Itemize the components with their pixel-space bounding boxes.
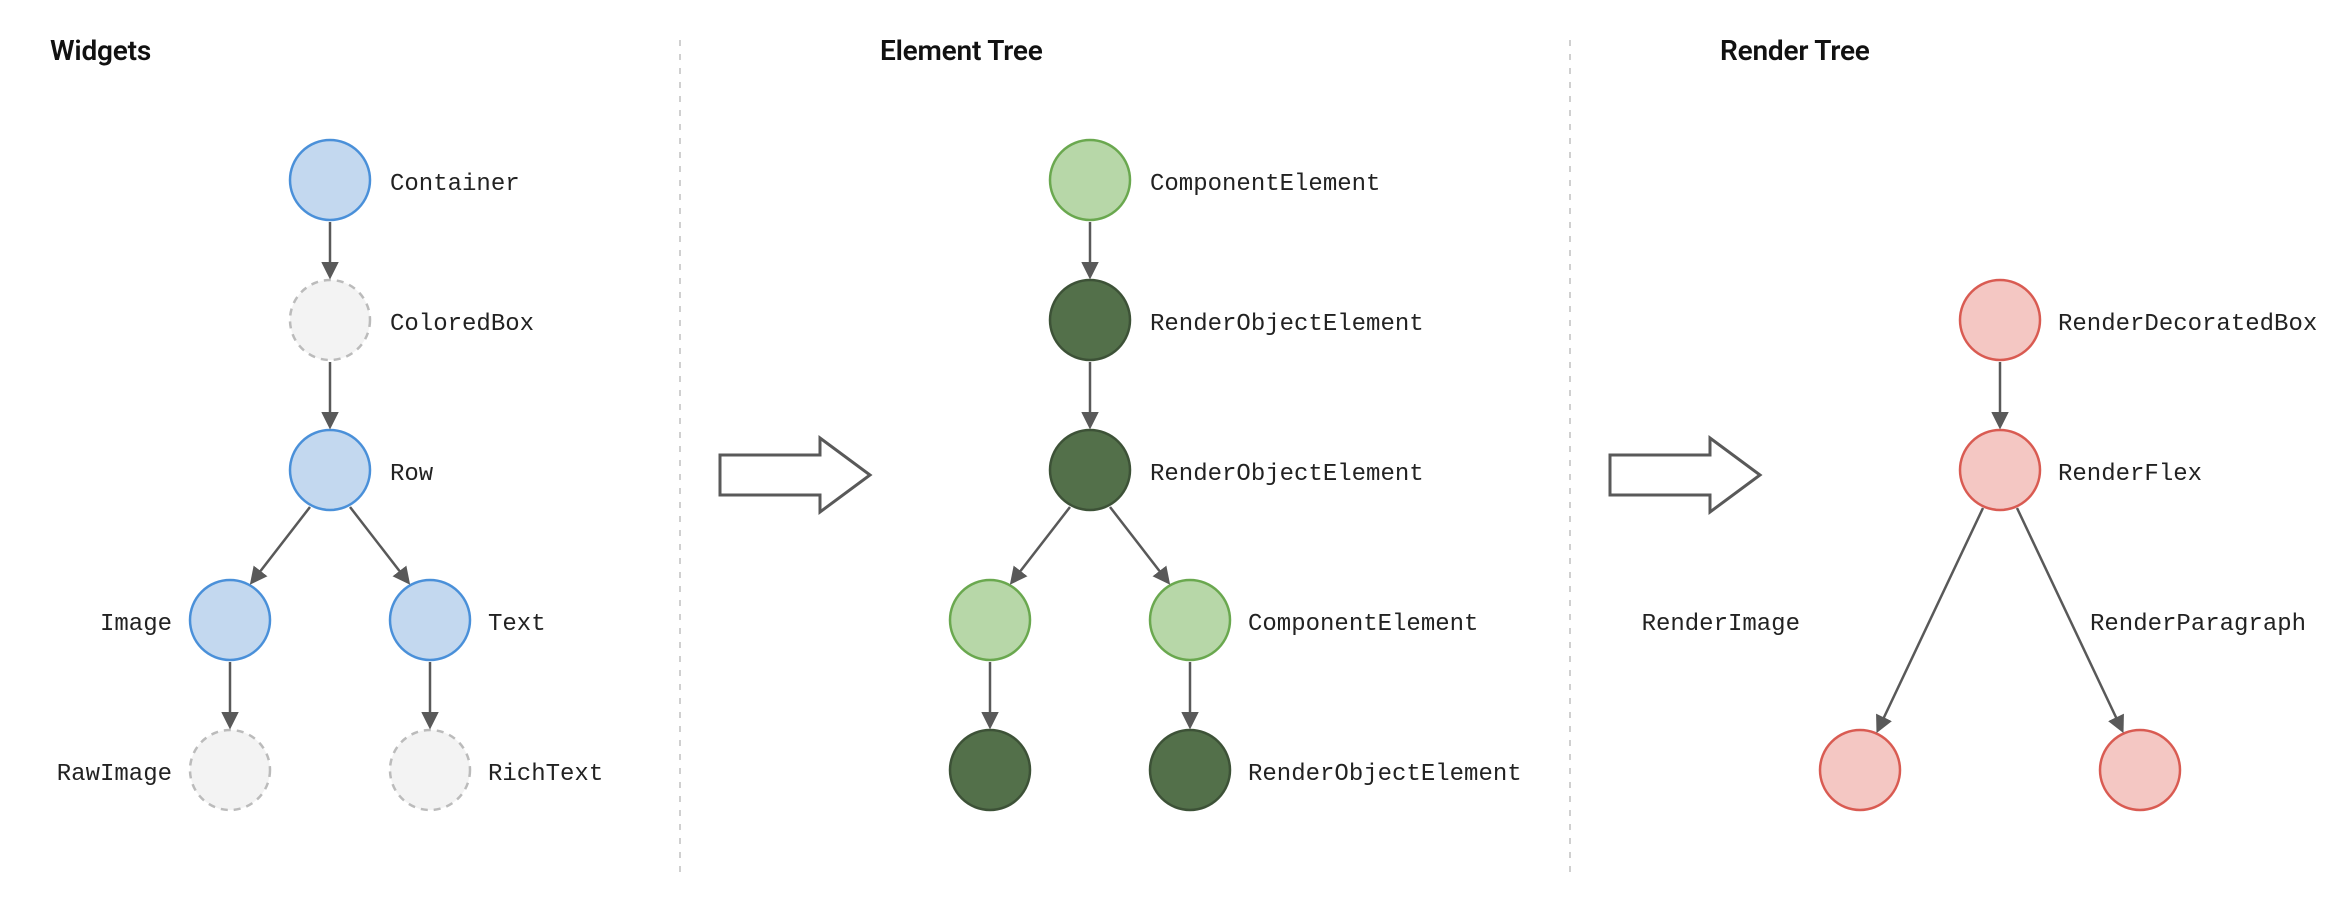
node-coloredbox (290, 280, 370, 360)
label-text: Text (488, 611, 546, 638)
node-component-1 (1050, 140, 1130, 220)
label-flex: RenderFlex (2058, 461, 2202, 488)
label-component-1: ComponentElement (1150, 171, 1380, 198)
node-richtext (390, 730, 470, 810)
node-component-2 (950, 580, 1030, 660)
node-renderimage (1820, 730, 1900, 810)
edge-e3 (1012, 507, 1070, 582)
node-text (390, 580, 470, 660)
node-decoratedbox (1960, 280, 2040, 360)
label-decoratedbox: RenderDecoratedBox (2058, 311, 2317, 338)
panel-element-tree: Element Tree ComponentElement RenderObje… (880, 34, 1522, 810)
label-roe-1: RenderObjectElement (1150, 311, 1424, 338)
title-render-tree: Render Tree (1720, 34, 1870, 67)
title-widgets: Widgets (50, 34, 151, 67)
label-container: Container (390, 171, 520, 198)
edge-row-text (350, 507, 408, 582)
title-element-tree: Element Tree (880, 34, 1043, 67)
label-rawimage: RawImage (57, 761, 172, 788)
label-roe-4: RenderObjectElement (1248, 761, 1522, 788)
label-renderparagraph: RenderParagraph (2090, 611, 2306, 638)
node-component-3 (1150, 580, 1230, 660)
label-image: Image (100, 611, 172, 638)
transition-arrow-1 (720, 438, 870, 512)
node-renderparagraph (2100, 730, 2180, 810)
node-rawimage (190, 730, 270, 810)
edge-row-image (252, 507, 310, 582)
label-richtext: RichText (488, 761, 603, 788)
label-row: Row (390, 461, 434, 488)
node-image (190, 580, 270, 660)
panel-widgets: Widgets Container ColoredBox Row Image T… (50, 34, 603, 810)
edge-e4 (1110, 507, 1168, 582)
label-renderimage: RenderImage (1642, 611, 1800, 638)
label-component-3: ComponentElement (1248, 611, 1478, 638)
node-row (290, 430, 370, 510)
node-flex (1960, 430, 2040, 510)
node-roe-3 (950, 730, 1030, 810)
node-container (290, 140, 370, 220)
node-roe-2 (1050, 430, 1130, 510)
panel-render-tree: Render Tree RenderDecoratedBox RenderFle… (1642, 34, 2318, 810)
label-coloredbox: ColoredBox (390, 311, 534, 338)
transition-arrow-2 (1610, 438, 1760, 512)
diagram-canvas: Widgets Container ColoredBox Row Image T… (0, 0, 2340, 921)
node-roe-1 (1050, 280, 1130, 360)
edge-r2 (1878, 508, 1983, 730)
node-roe-4 (1150, 730, 1230, 810)
label-roe-2: RenderObjectElement (1150, 461, 1424, 488)
